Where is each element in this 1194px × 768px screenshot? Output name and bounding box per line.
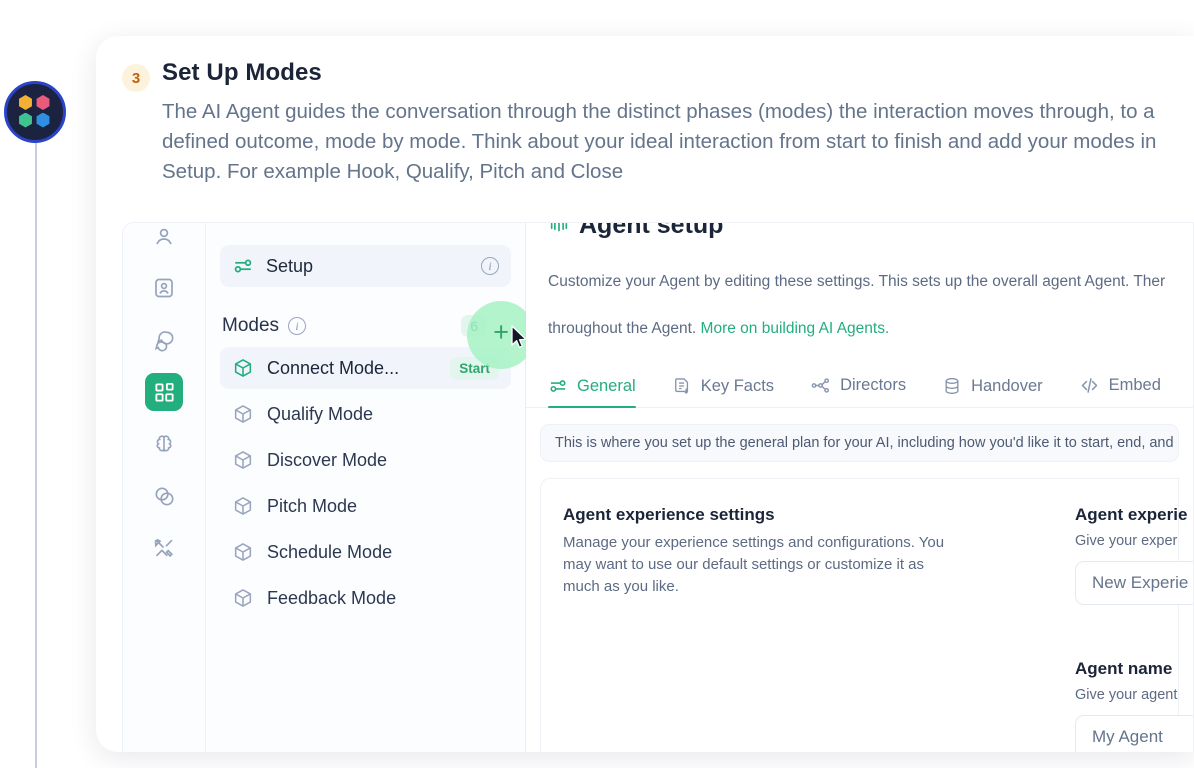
contact-card-icon[interactable]	[145, 269, 183, 307]
field-label: Agent experie	[1075, 505, 1188, 524]
overlapping-circles-icon[interactable]	[145, 477, 183, 515]
modes-panel: Setup i Modes i 6 +	[206, 223, 535, 752]
cube-icon	[232, 357, 254, 379]
sliders-icon	[548, 376, 568, 396]
tools-icon[interactable]	[145, 529, 183, 567]
cube-icon	[232, 587, 254, 609]
list-item[interactable]: Schedule Mode	[220, 531, 511, 573]
step-header: 3 Set Up Modes The AI Agent guides the c…	[122, 58, 1194, 187]
plus-icon[interactable]: +	[493, 319, 509, 346]
tab-key-facts[interactable]: Key Facts	[672, 376, 774, 407]
grid-blocks-icon[interactable]	[145, 373, 183, 411]
document-down-icon	[672, 376, 692, 396]
agent-name-input[interactable]: My Agent	[1075, 715, 1193, 752]
database-icon	[942, 376, 962, 396]
sidebar-item-setup[interactable]: Setup i	[220, 245, 511, 287]
cube-icon	[232, 541, 254, 563]
info-banner: This is where you set up the general pla…	[540, 424, 1179, 462]
section-title: Agent setup	[579, 223, 724, 239]
brain-icon[interactable]	[145, 425, 183, 463]
list-item[interactable]: Connect Mode... Start	[220, 347, 511, 389]
field-agent-experience: Agent experie Give your exper New Experi…	[1075, 505, 1193, 605]
connector-line	[35, 140, 37, 768]
step-number-badge: 3	[122, 64, 150, 92]
agent-icon	[548, 223, 570, 237]
logo-hex-pink	[36, 95, 51, 110]
more-on-building-ai-agents-link[interactable]: More on building AI Agents.	[701, 320, 890, 337]
tab-label: Key Facts	[700, 376, 775, 395]
list-item-label: Connect Mode...	[267, 357, 400, 378]
list-item[interactable]: Pitch Mode	[220, 485, 511, 527]
cube-icon	[232, 495, 254, 517]
cube-icon	[232, 403, 254, 425]
settings-card: Agent experience settings Manage your ex…	[540, 478, 1193, 752]
agent-setup-subtitle: Customize your Agent by editing these se…	[526, 247, 1193, 340]
tab-label: Directors	[840, 376, 907, 394]
list-item-label: Schedule Mode	[267, 541, 393, 562]
logo-hex-grid	[18, 95, 52, 129]
subtitle-line-1: Customize your Agent by editing these se…	[548, 273, 1166, 291]
list-item[interactable]: Feedback Mode	[220, 577, 511, 619]
tab-embed[interactable]: Embed	[1079, 375, 1161, 407]
app-icon-rail	[123, 223, 206, 752]
settings-fields: Agent experie Give your exper New Experi…	[993, 505, 1193, 752]
list-item-label: Feedback Mode	[267, 587, 397, 608]
field-hint: Give your agent	[1075, 687, 1178, 703]
cube-icon	[232, 449, 254, 471]
chat-bubbles-icon[interactable]	[145, 321, 183, 359]
list-item-label: Qualify Mode	[267, 403, 374, 424]
field-agent-name: Agent name Give your agent My Agent	[1075, 659, 1193, 752]
settings-description: Manage your experience settings and conf…	[563, 534, 945, 596]
app-logo[interactable]	[4, 81, 66, 143]
logo-hex-blue	[36, 112, 51, 128]
code-icon	[1079, 375, 1100, 396]
node-graph-icon	[810, 375, 831, 396]
list-item-label: Pitch Mode	[267, 495, 358, 516]
tab-label: Handover	[971, 376, 1043, 395]
tab-directors[interactable]: Directors	[810, 375, 906, 407]
field-hint: Give your exper	[1075, 533, 1178, 549]
agent-experience-input[interactable]: New Experie	[1075, 561, 1193, 605]
subtitle-line-2-prefix: throughout the Agent.	[548, 319, 701, 337]
list-item-label: Discover Mode	[267, 449, 388, 470]
tab-label: Embed	[1108, 376, 1161, 394]
list-item[interactable]: Discover Mode	[220, 439, 511, 481]
field-label: Agent name	[1075, 659, 1173, 678]
list-item[interactable]: Qualify Mode	[220, 393, 511, 435]
settings-title: Agent experience settings	[563, 505, 775, 524]
agent-setup-content: Agent setup Customize your Agent by edit…	[526, 223, 1193, 752]
modes-title: Modes	[222, 315, 280, 336]
logo-hex-green	[18, 112, 33, 128]
sidebar-item-label: Setup	[266, 255, 314, 276]
tab-label: General	[577, 376, 636, 395]
tab-handover[interactable]: Handover	[942, 376, 1043, 407]
info-icon[interactable]: i	[481, 257, 499, 275]
contacts-icon[interactable]	[145, 223, 183, 255]
sliders-icon	[232, 255, 254, 277]
step-description: The AI Agent guides the conversation thr…	[162, 100, 1157, 184]
step-card: 3 Set Up Modes The AI Agent guides the c…	[96, 36, 1194, 752]
modes-list: Connect Mode... Start Qualify Mode Disco…	[220, 347, 511, 619]
info-icon[interactable]: i	[288, 317, 307, 335]
settings-description-block: Agent experience settings Manage your ex…	[563, 505, 993, 752]
page-title: Set Up Modes	[162, 59, 322, 86]
screenshot-root: 3 Set Up Modes The AI Agent guides the c…	[0, 0, 1194, 768]
logo-hex-yellow	[18, 95, 33, 110]
settings-tabs: General Key Facts Directors Handover Emb…	[526, 358, 1193, 408]
agent-setup-header: Agent setup	[526, 223, 1193, 240]
embedded-app-screenshot: Setup i Modes i 6 +	[122, 222, 1194, 752]
tab-general[interactable]: General	[548, 376, 636, 408]
